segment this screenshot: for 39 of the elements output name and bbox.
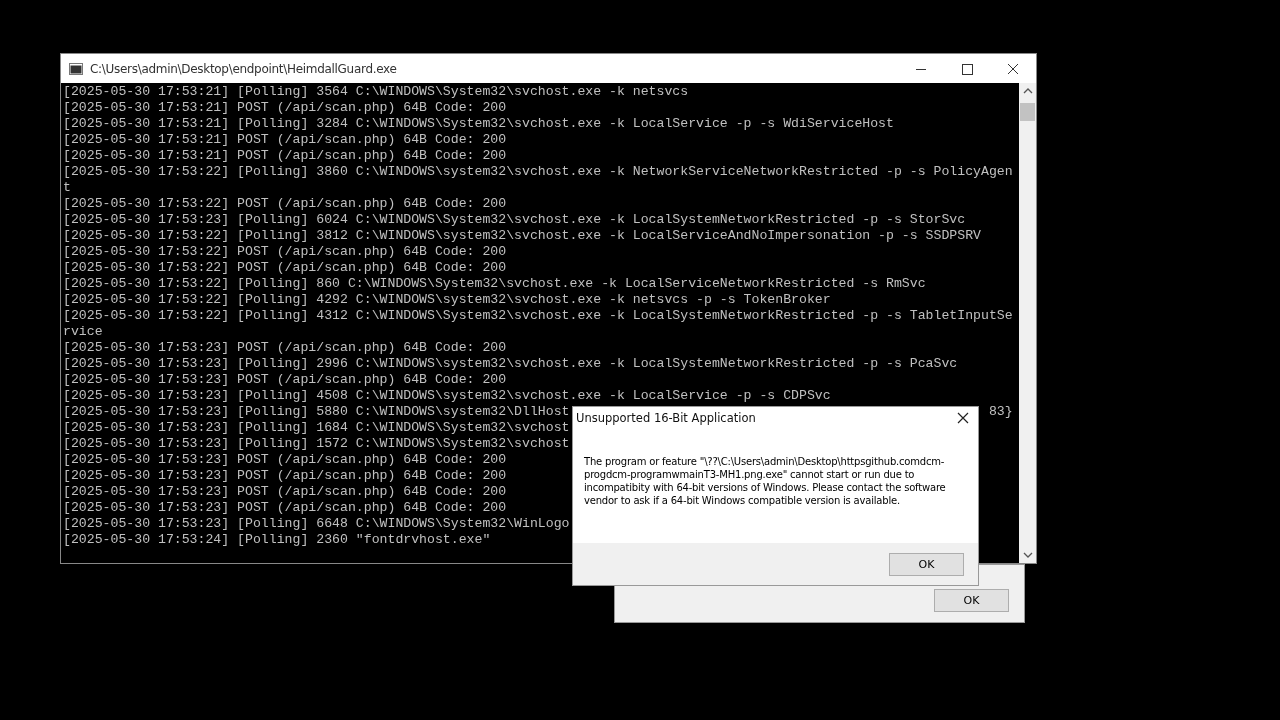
console-icon xyxy=(69,62,83,75)
console-line: [2025-05-30 17:53:23] [Polling] 2996 C:\WINDOWS\system32\svchost.exe -k LocalSystemNetworkRestricted -p -s PcaSvc xyxy=(63,356,958,372)
console-line: [2025-05-30 17:53:22] POST (/api/scan.php) 64B Code: 200 xyxy=(63,196,507,212)
scroll-thumb[interactable] xyxy=(1020,103,1035,121)
console-line: [2025-05-30 17:53:23] POST (/api/scan.php) 64B Code: 200 xyxy=(63,340,507,356)
console-line: [2025-05-30 17:53:22] [Polling] 3860 C:\WINDOWS\system32\svchost.exe -k NetworkServiceNetworkRestricted -p -s PolicyAgen xyxy=(63,164,1013,180)
console-line: [2025-05-30 17:53:22] POST (/api/scan.php) 64B Code: 200 xyxy=(63,244,507,260)
console-line: [2025-05-30 17:53:23] POST (/api/scan.php) 64B Code: 200 xyxy=(63,468,507,484)
console-line: [2025-05-30 17:53:24] [Polling] 2360 "fontdrvhost.exe" xyxy=(63,532,491,548)
console-line: [2025-05-30 17:53:23] POST (/api/scan.php) 64B Code: 200 xyxy=(63,372,507,388)
console-line: [2025-05-30 17:53:21] POST (/api/scan.php) 64B Code: 200 xyxy=(63,132,507,148)
close-icon[interactable] xyxy=(956,411,970,425)
scrollbar[interactable] xyxy=(1019,83,1036,563)
console-line: [2025-05-30 17:53:23] POST (/api/scan.php) 64B Code: 200 xyxy=(63,452,507,468)
console-line: [2025-05-30 17:53:21] [Polling] 3284 C:\WINDOWS\System32\svchost.exe -k LocalService -p -s WdiServiceHost xyxy=(63,116,894,132)
dialog-title: Unsupported 16-Bit Application xyxy=(576,411,756,425)
console-line: [2025-05-30 17:53:21] POST (/api/scan.php) 64B Code: 200 xyxy=(63,148,507,164)
console-line: [2025-05-30 17:53:22] [Polling] 4312 C:\WINDOWS\System32\svchost.exe -k LocalSystemNetworkRestricted -p -s TabletInputSe xyxy=(63,308,1013,324)
console-line: rvice xyxy=(63,324,103,340)
console-line: 83} xyxy=(988,404,1013,420)
console-line: [2025-05-30 17:53:23] [Polling] 1572 C:\WINDOWS\System32\svchost xyxy=(63,436,570,452)
console-line: [2025-05-30 17:53:23] [Polling] 6648 C:\WINDOWS\System32\WinLogo xyxy=(63,516,570,532)
console-line: [2025-05-30 17:53:23] POST (/api/scan.php) 64B Code: 200 xyxy=(63,484,507,500)
console-line: [2025-05-30 17:53:22] POST (/api/scan.php) 64B Code: 200 xyxy=(63,260,507,276)
console-line: [2025-05-30 17:53:23] [Polling] 4508 C:\WINDOWS\system32\svchost.exe -k LocalService -p -s CDPSvc xyxy=(63,388,831,404)
dialog-message: The program or feature "\??\C:\Users\admin\Desktop\httpsgithub.comdcm-progdcm-programwmainT3-MH1.png.exe" cannot start or run due to incompatibity with 64-bit versions of Windows. Please contact the software vendor to ask if a 64-bit Windows compatible version is available. xyxy=(584,455,947,507)
console-line: [2025-05-30 17:53:22] [Polling] 3812 C:\WINDOWS\system32\svchost.exe -k LocalServiceAndNoImpersonation -p -s SSDPSRV xyxy=(63,228,981,244)
console-line: [2025-05-30 17:53:23] [Polling] 5880 C:\WINDOWS\system32\DllHost xyxy=(63,404,570,420)
console-line: [2025-05-30 17:53:22] [Polling] 860 C:\WINDOWS\System32\svchost.exe -k LocalServiceNetworkRestricted -s RmSvc xyxy=(63,276,926,292)
console-line: [2025-05-30 17:53:21] POST (/api/scan.php) 64B Code: 200 xyxy=(63,100,507,116)
ok-button[interactable]: OK xyxy=(934,589,1009,612)
console-line: [2025-05-30 17:53:21] [Polling] 3564 C:\WINDOWS\System32\svchost.exe -k netsvcs xyxy=(63,84,689,100)
console-line: [2025-05-30 17:53:23] [Polling] 6024 C:\WINDOWS\System32\svchost.exe -k LocalSystemNetworkRestricted -p -s StorSvc xyxy=(63,212,966,228)
console-line: [2025-05-30 17:53:23] [Polling] 1684 C:\WINDOWS\System32\svchost xyxy=(63,420,570,436)
console-line: [2025-05-30 17:53:23] POST (/api/scan.php) 64B Code: 200 xyxy=(63,500,507,516)
ok-button[interactable]: OK xyxy=(889,552,964,576)
console-line: [2025-05-30 17:53:22] [Polling] 4292 C:\WINDOWS\system32\svchost.exe -k netsvcs -p -s TokenBroker xyxy=(63,292,831,308)
console-line: t xyxy=(63,180,71,196)
window-title: C:\Users\admin\Desktop\endpoint\HeimdallGuard.exe xyxy=(90,61,398,76)
